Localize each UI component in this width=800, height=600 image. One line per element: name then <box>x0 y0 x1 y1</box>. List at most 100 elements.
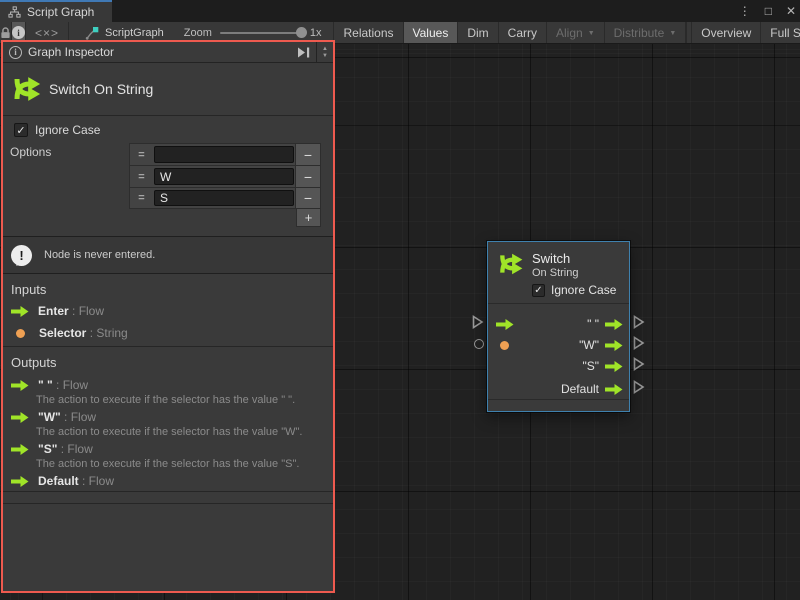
remove-option-button[interactable]: − <box>295 144 320 165</box>
maximize-icon[interactable]: □ <box>765 4 772 18</box>
tab-bar: Script Graph ⋮ □ ✕ <box>0 0 800 22</box>
string-port-icon <box>16 329 25 338</box>
flow-arrow-icon <box>605 340 623 351</box>
output-port-space[interactable]: " " <box>587 317 623 331</box>
carry-button[interactable]: Carry <box>499 22 547 43</box>
outputs-section: Outputs " " : Flow The action to execute… <box>3 347 333 492</box>
distribute-dropdown[interactable]: Distribute ▼ <box>605 22 687 43</box>
drag-handle-icon[interactable]: = <box>130 144 153 165</box>
node-output-connector[interactable] <box>633 380 645 394</box>
node-output-connector[interactable] <box>633 357 645 371</box>
zoom-value: 1x <box>310 27 322 39</box>
output-port-s[interactable]: "S" <box>582 359 623 373</box>
switch-icon <box>498 251 524 277</box>
fullscreen-button[interactable]: Full Screen <box>761 22 800 43</box>
unity-script-graph-window: Script Graph ⋮ □ ✕ i <×> Scrip <box>0 0 800 600</box>
option-row: = − <box>129 165 321 187</box>
minus-icon: − <box>304 169 312 185</box>
spin-up-icon[interactable]: ▲ <box>322 46 328 52</box>
inputs-section: Inputs Enter : Flow Selector : String <box>3 274 333 347</box>
graph-inspector-panel: i Graph Inspector ▲ ▼ Switch On String ✓… <box>1 40 335 593</box>
tab-script-graph[interactable]: Script Graph <box>0 0 112 22</box>
port-description: The action to execute if the selector ha… <box>36 394 295 406</box>
values-button[interactable]: Values <box>404 22 459 43</box>
output-port-default: Default : Flow <box>11 474 114 488</box>
node-subtitle: On String <box>532 267 578 279</box>
flow-arrow-icon <box>496 319 514 330</box>
menu-icon[interactable]: ⋮ <box>739 4 751 18</box>
ignore-case-label: Ignore Case <box>551 283 616 297</box>
node-output-connector[interactable] <box>633 336 645 350</box>
option-input[interactable] <box>154 168 294 185</box>
node-output-connector[interactable] <box>633 315 645 329</box>
unit-title-block: Switch On String <box>3 64 333 116</box>
lock-icon <box>0 27 11 39</box>
inspector-header-title: Graph Inspector <box>28 45 114 59</box>
node-header[interactable]: Switch On String ✓ Ignore Case <box>488 242 629 304</box>
output-port-s: "S" : Flow <box>11 442 93 456</box>
switch-icon <box>12 74 42 104</box>
dim-button[interactable]: Dim <box>458 22 498 43</box>
option-input[interactable] <box>154 146 294 163</box>
node-footer <box>488 399 629 411</box>
drag-handle-icon[interactable]: = <box>130 166 153 187</box>
option-row: = − <box>129 187 321 209</box>
info-icon: i <box>12 26 25 39</box>
spin-down-icon[interactable]: ▼ <box>322 53 328 59</box>
option-row: = − <box>129 143 321 165</box>
node-title: Switch <box>532 251 570 266</box>
warning-text: Node is never entered. <box>44 249 155 261</box>
overview-button[interactable]: Overview <box>691 22 761 43</box>
flow-arrow-icon <box>11 306 29 317</box>
unit-properties: ✓ Ignore Case Options = − = − = <box>3 117 333 237</box>
check-icon: ✓ <box>16 124 25 137</box>
ignore-case-checkbox[interactable]: ✓ <box>532 284 545 297</box>
close-icon[interactable]: ✕ <box>786 4 796 18</box>
options-label: Options <box>10 145 51 159</box>
enter-port[interactable] <box>496 319 514 330</box>
zoom-slider[interactable] <box>220 32 302 34</box>
option-input[interactable] <box>154 190 294 206</box>
panel-scroll-spinner[interactable]: ▲ ▼ <box>317 42 333 63</box>
drag-handle-icon[interactable]: = <box>130 188 153 208</box>
align-dropdown[interactable]: Align ▼ <box>547 22 605 43</box>
port-description: The action to execute if the selector ha… <box>36 458 299 470</box>
flow-arrow-icon <box>11 476 29 487</box>
code-icon: <×> <box>35 26 59 40</box>
flow-arrow-icon <box>605 319 623 330</box>
output-port-w[interactable]: "W" <box>579 338 623 352</box>
output-port-default[interactable]: Default <box>561 382 623 396</box>
output-port-w: "W" : Flow <box>11 410 96 424</box>
inspector-header[interactable]: i Graph Inspector <box>3 42 317 63</box>
zoom-slider-knob[interactable] <box>296 27 307 38</box>
options-list: = − = − = − + <box>129 143 321 227</box>
minus-icon: − <box>304 190 312 206</box>
node-input-value-connector[interactable] <box>474 339 484 349</box>
plus-icon: + <box>305 210 313 225</box>
add-option-button[interactable]: + <box>296 209 321 227</box>
port-description: The action to execute if the selector ha… <box>36 426 302 438</box>
script-graph-icon <box>85 26 99 40</box>
inputs-heading: Inputs <box>11 282 46 297</box>
input-port-enter: Enter : Flow <box>11 304 104 318</box>
relations-button[interactable]: Relations <box>334 22 403 43</box>
input-port-selector: Selector : String <box>11 326 128 340</box>
flow-arrow-icon <box>605 361 623 372</box>
tab-title: Script Graph <box>27 5 94 19</box>
window-controls: ⋮ □ ✕ <box>739 0 796 22</box>
minus-icon: − <box>304 147 312 163</box>
info-icon: i <box>9 46 22 59</box>
unit-title: Switch On String <box>49 81 153 97</box>
remove-option-button[interactable]: − <box>295 166 320 187</box>
check-icon: ✓ <box>534 285 542 296</box>
ignore-case-checkbox[interactable]: ✓ <box>14 123 28 137</box>
chevron-down-icon: ▼ <box>669 30 676 37</box>
section-divider <box>3 503 333 504</box>
selector-port[interactable] <box>500 341 509 350</box>
node-input-flow-connector[interactable] <box>472 315 484 329</box>
chevron-down-icon: ▼ <box>588 30 595 37</box>
dock-panel-icon[interactable] <box>297 47 310 58</box>
breadcrumb-label: ScriptGraph <box>105 27 164 39</box>
remove-option-button[interactable]: − <box>295 188 320 208</box>
switch-on-string-node[interactable]: Switch On String ✓ Ignore Case " " <box>487 241 630 412</box>
